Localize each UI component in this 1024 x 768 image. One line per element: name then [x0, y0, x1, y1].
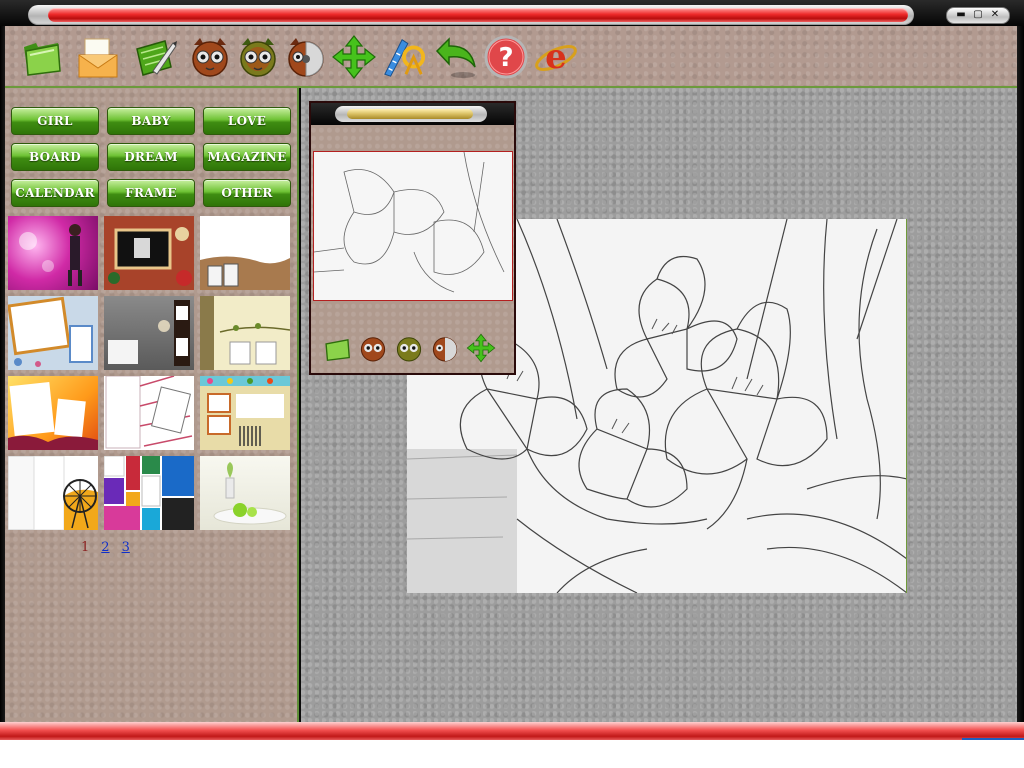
- maximize-button[interactable]: ▢: [972, 10, 985, 21]
- open-folder-button[interactable]: [19, 34, 65, 80]
- taskbar-edge: [962, 738, 1024, 740]
- page-link-3[interactable]: 3: [122, 540, 130, 555]
- browser-button[interactable]: e: [533, 34, 579, 80]
- template-thumbnail[interactable]: [104, 296, 194, 370]
- template-thumbnail[interactable]: [104, 376, 194, 450]
- page-link-2[interactable]: 2: [101, 540, 109, 555]
- measure-button[interactable]: [381, 34, 427, 80]
- photo-frame-app: ▬ ▢ ✕ ? e GIRL BABY LOVE BOARD DREAM MAG…: [0, 0, 1024, 740]
- title-tube: [48, 8, 908, 22]
- template-preview: [105, 376, 193, 449]
- template-thumbnail[interactable]: [104, 456, 194, 530]
- window-frame-right: [1017, 26, 1024, 722]
- page-current: 1: [81, 540, 90, 555]
- ruler-compass-icon: [384, 39, 426, 77]
- four-way-arrow-icon: [332, 35, 376, 79]
- envelope-icon: [78, 38, 118, 78]
- template-preview: [19, 224, 82, 286]
- preview-image: [313, 151, 513, 301]
- category-girl-button[interactable]: GIRL: [11, 107, 99, 135]
- template-preview: [104, 216, 194, 290]
- owl-face-icon: [240, 38, 276, 77]
- workspace: [301, 88, 1017, 722]
- preview-toolbar: [321, 331, 511, 365]
- preview-sketch: [314, 152, 512, 300]
- pencil-note-icon: [136, 40, 177, 76]
- template-thumbnail[interactable]: [200, 296, 290, 370]
- owl-tool-1-button[interactable]: [187, 34, 233, 80]
- preview-move-button[interactable]: [465, 332, 497, 364]
- template-preview: [8, 456, 98, 530]
- category-frame-button[interactable]: FRAME: [107, 179, 195, 207]
- template-thumbnail[interactable]: [8, 376, 98, 450]
- owl-face-icon: [192, 38, 228, 77]
- minimize-button[interactable]: ▬: [955, 10, 968, 21]
- edit-button[interactable]: [131, 34, 177, 80]
- template-thumbnail[interactable]: [8, 216, 98, 290]
- owl-face-icon: [360, 337, 386, 362]
- preview-owl-2-button[interactable]: [393, 332, 425, 364]
- owl-disc-icon: [288, 38, 324, 77]
- category-dream-button[interactable]: DREAM: [107, 143, 195, 171]
- undo-arrow-icon: [435, 37, 476, 78]
- preview-window[interactable]: [309, 101, 516, 375]
- template-panel: GIRL BABY LOVE BOARD DREAM MAGAZINE CALE…: [5, 88, 299, 722]
- owl-tool-2-button[interactable]: [235, 34, 281, 80]
- owl-tool-3-button[interactable]: [283, 34, 329, 80]
- template-thumbnail[interactable]: [200, 456, 290, 530]
- category-magazine-button[interactable]: MAGAZINE: [203, 143, 291, 171]
- owl-face-icon: [396, 337, 422, 362]
- green-folder-icon: [325, 339, 351, 362]
- category-other-button[interactable]: OTHER: [203, 179, 291, 207]
- green-folder-icon: [24, 43, 61, 76]
- move-button[interactable]: [331, 34, 377, 80]
- template-preview: [200, 256, 290, 290]
- preview-owl-1-button[interactable]: [357, 332, 389, 364]
- template-preview: [104, 456, 194, 530]
- four-way-arrow-icon: [466, 333, 496, 363]
- template-preview: [213, 462, 287, 525]
- mail-button[interactable]: [75, 34, 121, 80]
- category-board-button[interactable]: BOARD: [11, 143, 99, 171]
- undo-button[interactable]: [433, 34, 479, 80]
- template-thumbnail[interactable]: [104, 216, 194, 290]
- preview-owl-3-button[interactable]: [429, 332, 461, 364]
- svg-text:?: ?: [498, 43, 513, 73]
- owl-disc-icon: [432, 337, 458, 362]
- status-bar: [0, 722, 1024, 740]
- internet-explorer-icon: e: [535, 37, 577, 77]
- close-button[interactable]: ✕: [989, 10, 1002, 21]
- template-preview: [8, 296, 93, 367]
- question-icon: ?: [484, 35, 528, 79]
- category-baby-button[interactable]: BABY: [107, 107, 195, 135]
- template-preview: [108, 300, 190, 366]
- template-preview: [8, 382, 98, 450]
- pagination: 1 2 3: [81, 540, 130, 555]
- template-thumbnail[interactable]: [8, 296, 98, 370]
- svg-text:e: e: [545, 37, 567, 77]
- title-bar[interactable]: ▬ ▢ ✕: [0, 0, 1024, 26]
- category-calendar-button[interactable]: CALENDAR: [11, 179, 99, 207]
- template-preview: [200, 376, 290, 446]
- preview-tube: [347, 109, 473, 119]
- help-button[interactable]: ?: [483, 34, 529, 80]
- template-thumbnail[interactable]: [8, 456, 98, 530]
- main-toolbar: ? e: [5, 26, 1017, 88]
- category-love-button[interactable]: LOVE: [203, 107, 291, 135]
- preview-title-bar[interactable]: [311, 103, 514, 125]
- template-preview: [200, 296, 290, 370]
- template-thumbnail[interactable]: [200, 376, 290, 450]
- window-controls: ▬ ▢ ✕: [946, 7, 1010, 24]
- preview-folder-button[interactable]: [321, 332, 353, 364]
- template-thumbnail[interactable]: [200, 216, 290, 290]
